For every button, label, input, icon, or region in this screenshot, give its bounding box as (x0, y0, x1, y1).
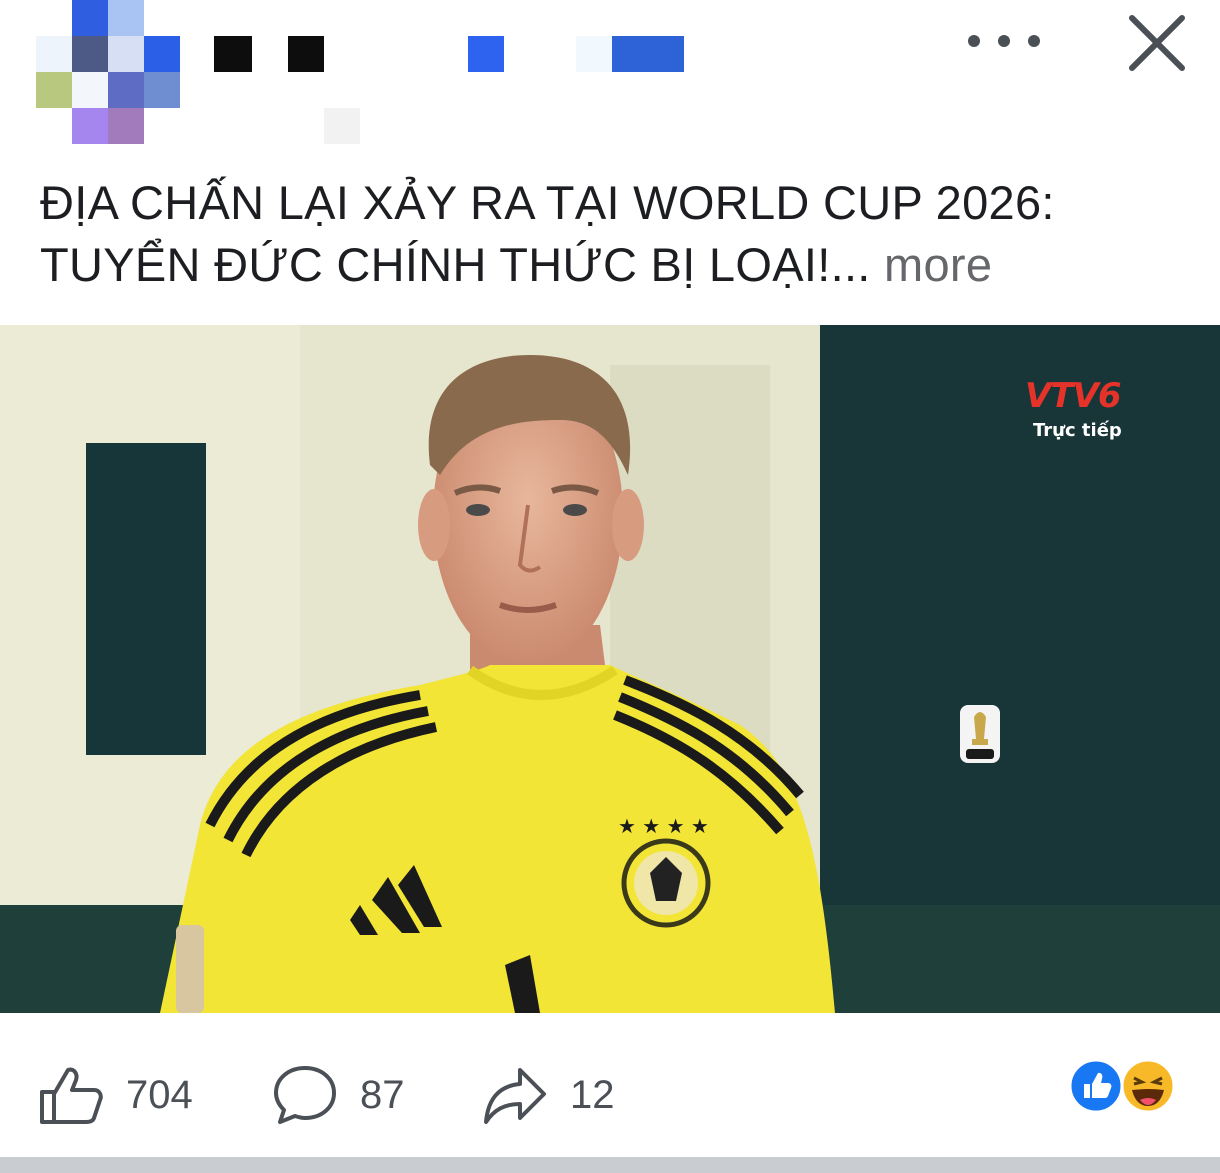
post-action-bar: 704 87 12 (0, 1014, 1220, 1159)
post-caption: ĐỊA CHẤN LẠI XẢY RA TẠI WORLD CUP 2026: … (40, 172, 1190, 296)
comment-bubble-icon (274, 1066, 336, 1124)
broadcaster-logo: VTV6 (1025, 376, 1121, 416)
more-dot-icon (998, 35, 1010, 47)
comment-button[interactable]: 87 (272, 1060, 405, 1130)
post-photo[interactable]: ★ ★ ★ ★ VTV6 Trực tiếp (0, 325, 1220, 1013)
like-count: 704 (126, 1072, 193, 1117)
see-more-link[interactable]: more (884, 238, 992, 291)
more-dot-icon (1028, 35, 1040, 47)
thumbs-up-icon (40, 1067, 103, 1124)
like-button[interactable]: 704 (38, 1060, 193, 1130)
user-avatar[interactable] (36, 0, 180, 144)
share-arrow-icon (484, 1068, 546, 1124)
more-dot-icon (968, 35, 980, 47)
post-header (0, 0, 1220, 150)
reaction-summary[interactable] (1068, 1058, 1178, 1114)
caption-line-2: TUYỂN ĐỨC CHÍNH THỨC BỊ LOẠI!... (40, 238, 871, 291)
comment-count: 87 (360, 1072, 405, 1117)
user-name-pixelated[interactable] (214, 36, 686, 144)
share-count: 12 (570, 1072, 615, 1117)
share-button[interactable]: 12 (482, 1060, 615, 1130)
svg-text:★ ★ ★ ★: ★ ★ ★ ★ (618, 814, 709, 838)
fifa-world-cup-logo-icon (960, 705, 1000, 763)
haha-reaction-icon (1120, 1058, 1176, 1114)
caption-line-1: ĐỊA CHẤN LẠI XẢY RA TẠI WORLD CUP 2026: (40, 176, 1055, 229)
like-reaction-icon (1068, 1058, 1124, 1114)
close-button[interactable] (1124, 10, 1190, 76)
live-label: Trực tiếp (1033, 420, 1122, 441)
bottom-divider (0, 1157, 1220, 1173)
more-options-button[interactable] (968, 24, 1040, 58)
close-icon (1129, 15, 1185, 71)
